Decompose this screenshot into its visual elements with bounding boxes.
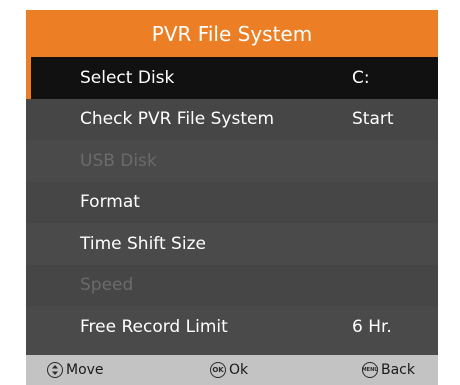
menu-item-usb-disk: USB Disk	[26, 140, 438, 182]
menu-item-label: Free Record Limit	[80, 316, 228, 337]
pvr-settings-panel: PVR File System Select Disk C: Check PVR…	[26, 10, 438, 385]
menu-item-speed: Speed	[26, 264, 438, 306]
back-label: Back	[381, 362, 415, 378]
menu-item-label: Speed	[80, 275, 134, 296]
ok-hint: OK Ok	[210, 355, 248, 385]
screen: PVR File System Select Disk C: Check PVR…	[0, 0, 460, 385]
panel-title: PVR File System	[26, 10, 438, 57]
ok-button-icon: OK	[210, 362, 226, 378]
footer-hint-bar: Move OK Ok MENU Back	[26, 355, 438, 385]
menu-item-time-shift-size[interactable]: Time Shift Size	[26, 223, 438, 265]
move-hint: Move	[47, 355, 104, 385]
menu-item-check-pvr-file-system[interactable]: Check PVR File System Start	[26, 98, 438, 140]
updown-arrows-icon	[47, 362, 63, 378]
menu-button-icon: MENU	[362, 362, 378, 378]
menu-item-format[interactable]: Format	[26, 181, 438, 223]
menu-item-label: Format	[80, 192, 140, 213]
ok-label: Ok	[229, 362, 249, 378]
menu-item-value: 6 Hr.	[352, 316, 392, 337]
back-hint: MENU Back	[362, 355, 415, 385]
move-label: Move	[66, 362, 104, 378]
menu-item-free-record-limit[interactable]: Free Record Limit 6 Hr.	[26, 306, 438, 348]
menu-item-label: Time Shift Size	[80, 233, 206, 254]
menu-item-value: Start	[352, 109, 394, 130]
menu-item-label: Select Disk	[80, 67, 175, 88]
menu-item-value: C:	[352, 67, 370, 88]
menu-item-label: Check PVR File System	[80, 109, 275, 130]
menu-item-label: USB Disk	[80, 150, 157, 171]
menu-item-select-disk[interactable]: Select Disk C:	[26, 57, 438, 99]
